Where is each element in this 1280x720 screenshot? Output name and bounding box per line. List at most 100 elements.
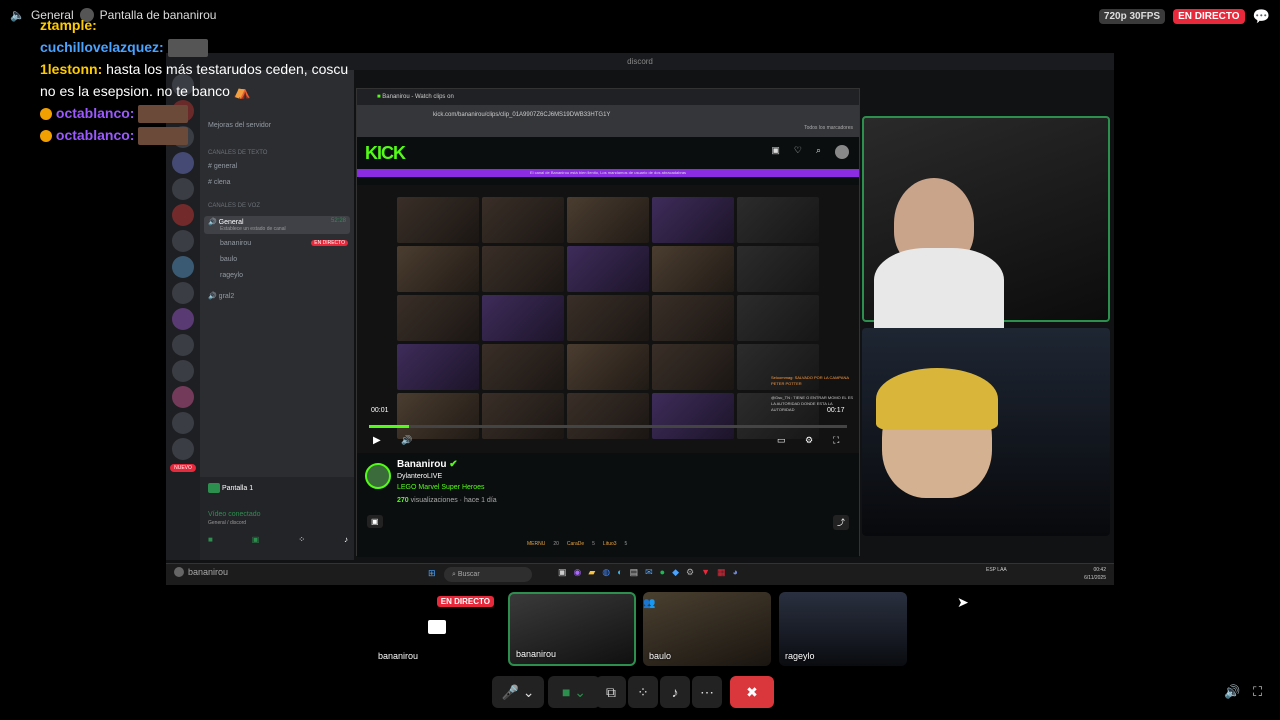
quality-badge: 720p 30FPS xyxy=(1098,9,1166,24)
chat-username: ztample: xyxy=(40,17,97,33)
tab-title: Bananirou - Watch clips on xyxy=(382,94,454,100)
voice-timer: 52:28 xyxy=(330,218,346,224)
soundboard-button[interactable]: ♪ xyxy=(660,676,690,708)
end-call-button[interactable]: ✖ xyxy=(730,676,774,708)
people-icon[interactable]: 👥 xyxy=(643,598,655,609)
kick-logo[interactable]: KICK xyxy=(365,143,406,164)
clipper-name[interactable]: DylanteroLIVE xyxy=(397,473,442,480)
text-channels-header[interactable]: Canales de texto xyxy=(208,150,267,156)
kick-nav-icons: ▣ ♡ ⌕ xyxy=(771,145,849,159)
taskbar-search[interactable]: ⌕ Buscar xyxy=(444,567,532,582)
participant-tile[interactable]: rageylo xyxy=(779,592,907,666)
discord-icon[interactable]: ◕ xyxy=(733,567,738,578)
video-cell xyxy=(482,246,564,292)
address-bar[interactable]: kick.com/bananirou/clips/clip_01A9907Z6C… xyxy=(357,105,859,125)
voice-member[interactable]: rageylo xyxy=(220,272,243,279)
share-icon[interactable]: ⤴ xyxy=(833,515,849,530)
more-options-button[interactable]: ⋯ xyxy=(692,676,722,708)
voice-member[interactable]: bananirou EN DIRECTO xyxy=(220,240,348,247)
current-time: 00:01 xyxy=(371,407,389,414)
app-icon[interactable]: ▣ xyxy=(558,567,567,578)
clock[interactable]: 00:42 6/11/2025 xyxy=(1084,566,1106,582)
video-cell xyxy=(482,197,564,243)
video-grid xyxy=(397,197,821,445)
search-icon[interactable]: ⌕ xyxy=(816,145,821,159)
voice-channel-general[interactable]: 🔊 General 52:28 Establece un estado de c… xyxy=(204,216,350,234)
server-icon[interactable] xyxy=(172,152,194,174)
webcam-feed[interactable] xyxy=(862,116,1110,328)
voice-member[interactable]: baulo xyxy=(220,256,237,263)
camera-button[interactable]: ■ ⌄ xyxy=(548,676,600,708)
participant-tile[interactable]: bananirou xyxy=(508,592,636,666)
windows-taskbar: bananirou ⊞ ⌕ Buscar ▣ ◉ ▰ ◍ ◐ ▤ ✉ ● ◆ ⚙… xyxy=(166,563,1114,585)
server-icon[interactable] xyxy=(172,256,194,278)
speaker-icon[interactable]: 🔈 xyxy=(10,8,25,22)
fullscreen-icon[interactable]: ⛶ xyxy=(833,435,839,446)
edge-icon[interactable]: ◐ xyxy=(617,567,622,578)
gift-icon[interactable]: ▣ xyxy=(367,515,383,528)
server-icon[interactable] xyxy=(172,360,194,382)
verified-icon: ✔ xyxy=(449,459,458,470)
tag: MERNU xyxy=(527,541,546,547)
app-icon[interactable]: ▼ xyxy=(701,567,710,578)
avatar[interactable] xyxy=(365,463,391,489)
voice-channels-header[interactable]: Canales de voz xyxy=(208,203,260,209)
browser-icon[interactable]: ◍ xyxy=(602,567,610,578)
activities-button[interactable]: ⁘ xyxy=(628,676,658,708)
webcam-feed[interactable] xyxy=(862,328,1110,536)
activities-icon[interactable]: ⁘ xyxy=(298,535,305,544)
server-icon[interactable] xyxy=(172,204,194,226)
settings-icon[interactable]: ⚙ xyxy=(805,435,813,446)
voice-status[interactable]: Establece un estado de canal xyxy=(220,226,346,232)
chat-username: 1lestonn: xyxy=(40,61,103,77)
channel-clena[interactable]: # clena xyxy=(208,179,231,186)
camera-icon[interactable]: ■ xyxy=(208,535,213,544)
channel-label: gral2 xyxy=(218,293,235,300)
app-icon[interactable]: ◆ xyxy=(672,567,679,578)
pip-icon[interactable]: ▭ xyxy=(777,435,786,446)
bookmarks-label[interactable]: Todos los marcadores xyxy=(804,125,853,131)
screen-share-icon[interactable]: ▣ xyxy=(252,535,260,544)
server-icon[interactable] xyxy=(172,386,194,408)
spotify-icon[interactable]: ● xyxy=(660,567,665,578)
clip-player[interactable]: Seloommag: SALVADO POR LA CAMPANA PETER … xyxy=(357,185,859,453)
app-icon[interactable]: ◉ xyxy=(574,567,582,578)
store-icon[interactable]: ▤ xyxy=(630,567,639,578)
total-time: 00:17 xyxy=(827,407,845,414)
channel-gral2[interactable]: 🔊 gral2 xyxy=(208,292,234,300)
volume-icon[interactable]: 🔊 xyxy=(1224,684,1240,700)
server-icon[interactable] xyxy=(172,334,194,356)
windows-start-icon[interactable]: ⊞ xyxy=(428,568,436,579)
kick-navbar: KICK ▣ ♡ ⌕ xyxy=(357,137,859,169)
streamer-name[interactable]: Bananirou ✔ xyxy=(397,459,458,470)
game-link[interactable]: LEGO Marvel Super Heroes xyxy=(397,484,485,491)
screen-share-button[interactable]: ⧉ xyxy=(596,676,626,708)
volume-icon[interactable]: 🔊 xyxy=(401,435,412,446)
mail-icon[interactable]: ✉ xyxy=(645,567,653,578)
server-icon[interactable] xyxy=(172,412,194,434)
microphone-button[interactable]: 🎤 ⌄ xyxy=(492,676,544,708)
app-icon[interactable]: ▦ xyxy=(717,567,726,578)
gift-icon[interactable]: ▣ xyxy=(771,145,780,159)
heart-icon[interactable]: ♡ xyxy=(794,145,802,159)
participant-tile[interactable]: ⌄ 👥 baulo xyxy=(643,592,771,666)
server-icon[interactable] xyxy=(172,178,194,200)
soundboard-icon[interactable]: ♪ xyxy=(344,535,348,544)
settings-icon[interactable]: ⚙ xyxy=(686,567,694,578)
chat-username: cuchillovelazquez: xyxy=(40,39,164,55)
server-icon[interactable] xyxy=(172,438,194,460)
server-icon[interactable] xyxy=(172,230,194,252)
voice-panel: Pantalla 1 Vídeo conectado General / dis… xyxy=(200,477,354,560)
channel-general[interactable]: # general xyxy=(208,163,237,170)
participant-tile[interactable]: EN DIRECTO bananirou xyxy=(372,592,500,666)
fullscreen-icon[interactable]: ⛶ xyxy=(1253,684,1262,700)
browser-tab[interactable]: ■ Bananirou - Watch clips on xyxy=(357,89,859,105)
server-icon[interactable] xyxy=(172,282,194,304)
folder-icon[interactable]: ▰ xyxy=(588,567,595,578)
lang-indicator[interactable]: ESP LAA xyxy=(986,567,1007,574)
avatar[interactable] xyxy=(835,145,849,159)
chat-bubble-icon[interactable]: 💬 xyxy=(1253,8,1270,25)
server-icon[interactable] xyxy=(172,308,194,330)
play-icon[interactable]: ▶ xyxy=(373,435,381,446)
progress-bar[interactable] xyxy=(369,425,847,428)
